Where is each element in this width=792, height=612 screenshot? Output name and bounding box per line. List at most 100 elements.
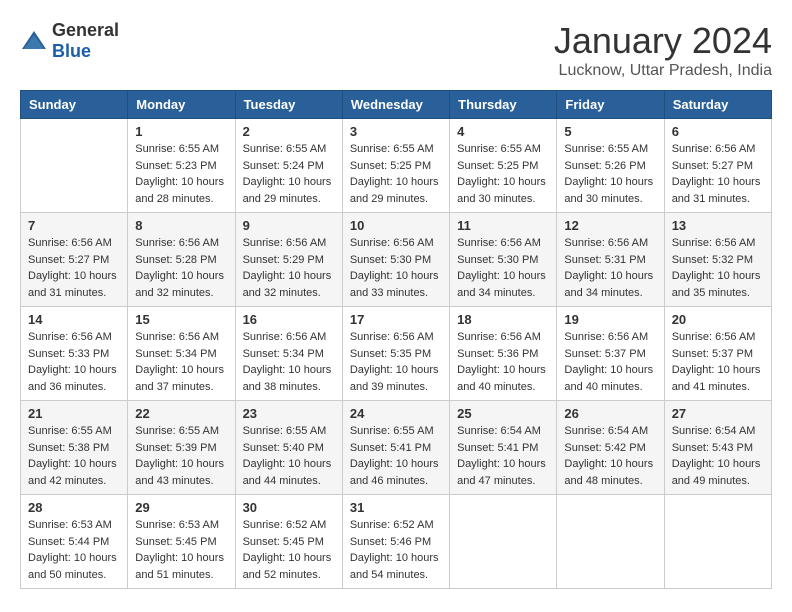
day-info: Sunrise: 6:55 AM Sunset: 5:41 PM Dayligh…	[350, 423, 442, 489]
logo-icon	[20, 27, 48, 55]
day-info: Sunrise: 6:55 AM Sunset: 5:38 PM Dayligh…	[28, 423, 120, 489]
calendar-cell	[21, 119, 128, 213]
calendar-week-row: 21 Sunrise: 6:55 AM Sunset: 5:38 PM Dayli…	[21, 401, 772, 495]
day-number: 7	[28, 218, 120, 233]
calendar-cell: 29 Sunrise: 6:53 AM Sunset: 5:45 PM Dayli…	[128, 495, 235, 589]
day-info: Sunrise: 6:55 AM Sunset: 5:25 PM Dayligh…	[457, 141, 549, 207]
day-number: 20	[672, 312, 764, 327]
day-number: 4	[457, 124, 549, 139]
calendar-cell: 15 Sunrise: 6:56 AM Sunset: 5:34 PM Dayli…	[128, 307, 235, 401]
day-info: Sunrise: 6:56 AM Sunset: 5:33 PM Dayligh…	[28, 329, 120, 395]
day-number: 18	[457, 312, 549, 327]
day-number: 24	[350, 406, 442, 421]
day-number: 9	[243, 218, 335, 233]
day-info: Sunrise: 6:54 AM Sunset: 5:42 PM Dayligh…	[564, 423, 656, 489]
calendar-cell	[664, 495, 771, 589]
day-number: 22	[135, 406, 227, 421]
day-number: 11	[457, 218, 549, 233]
calendar-cell: 23Sunrise: 6:55 AM Sunset: 5:40 PM Dayli…	[235, 401, 342, 495]
calendar-cell: 22Sunrise: 6:55 AM Sunset: 5:39 PM Dayli…	[128, 401, 235, 495]
calendar-cell: 21 Sunrise: 6:55 AM Sunset: 5:38 PM Dayli…	[21, 401, 128, 495]
logo: General Blue	[20, 20, 119, 62]
day-number: 5	[564, 124, 656, 139]
logo-general: General	[52, 20, 119, 40]
calendar-cell: 18 Sunrise: 6:56 AM Sunset: 5:36 PM Dayli…	[450, 307, 557, 401]
calendar-cell: 19Sunrise: 6:56 AM Sunset: 5:37 PM Dayli…	[557, 307, 664, 401]
calendar-week-row: 7 Sunrise: 6:56 AM Sunset: 5:27 PM Daylig…	[21, 213, 772, 307]
calendar-cell: 6 Sunrise: 6:56 AM Sunset: 5:27 PM Daylig…	[664, 119, 771, 213]
calendar-cell: 1Sunrise: 6:55 AM Sunset: 5:23 PM Daylig…	[128, 119, 235, 213]
day-number: 6	[672, 124, 764, 139]
day-number: 28	[28, 500, 120, 515]
calendar-cell: 30Sunrise: 6:52 AM Sunset: 5:45 PM Dayli…	[235, 495, 342, 589]
day-number: 29	[135, 500, 227, 515]
day-number: 15	[135, 312, 227, 327]
day-info: Sunrise: 6:56 AM Sunset: 5:27 PM Dayligh…	[672, 141, 764, 207]
day-info: Sunrise: 6:55 AM Sunset: 5:25 PM Dayligh…	[350, 141, 442, 207]
column-header-tuesday: Tuesday	[235, 91, 342, 119]
day-number: 8	[135, 218, 227, 233]
day-number: 31	[350, 500, 442, 515]
calendar-cell: 28Sunrise: 6:53 AM Sunset: 5:44 PM Dayli…	[21, 495, 128, 589]
day-number: 1	[135, 124, 227, 139]
calendar-cell: 12Sunrise: 6:56 AM Sunset: 5:31 PM Dayli…	[557, 213, 664, 307]
day-info: Sunrise: 6:54 AM Sunset: 5:41 PM Dayligh…	[457, 423, 549, 489]
day-info: Sunrise: 6:56 AM Sunset: 5:32 PM Dayligh…	[672, 235, 764, 301]
calendar-cell	[557, 495, 664, 589]
calendar-cell: 24 Sunrise: 6:55 AM Sunset: 5:41 PM Dayli…	[342, 401, 449, 495]
calendar-cell: 4 Sunrise: 6:55 AM Sunset: 5:25 PM Daylig…	[450, 119, 557, 213]
column-header-sunday: Sunday	[21, 91, 128, 119]
calendar-cell: 2 Sunrise: 6:55 AM Sunset: 5:24 PM Daylig…	[235, 119, 342, 213]
day-info: Sunrise: 6:56 AM Sunset: 5:27 PM Dayligh…	[28, 235, 120, 301]
day-info: Sunrise: 6:54 AM Sunset: 5:43 PM Dayligh…	[672, 423, 764, 489]
calendar-cell: 31 Sunrise: 6:52 AM Sunset: 5:46 PM Dayli…	[342, 495, 449, 589]
calendar-cell: 27Sunrise: 6:54 AM Sunset: 5:43 PM Dayli…	[664, 401, 771, 495]
calendar-cell: 14 Sunrise: 6:56 AM Sunset: 5:33 PM Dayli…	[21, 307, 128, 401]
calendar-week-row: 28Sunrise: 6:53 AM Sunset: 5:44 PM Dayli…	[21, 495, 772, 589]
day-info: Sunrise: 6:55 AM Sunset: 5:24 PM Dayligh…	[243, 141, 335, 207]
day-number: 12	[564, 218, 656, 233]
day-number: 30	[243, 500, 335, 515]
calendar-cell: 5 Sunrise: 6:55 AM Sunset: 5:26 PM Daylig…	[557, 119, 664, 213]
day-number: 10	[350, 218, 442, 233]
calendar-cell: 17 Sunrise: 6:56 AM Sunset: 5:35 PM Dayli…	[342, 307, 449, 401]
day-info: Sunrise: 6:56 AM Sunset: 5:30 PM Dayligh…	[457, 235, 549, 301]
page-header: General Blue January 2024 Lucknow, Uttar…	[20, 20, 772, 80]
day-info: Sunrise: 6:56 AM Sunset: 5:30 PM Dayligh…	[350, 235, 442, 301]
column-header-thursday: Thursday	[450, 91, 557, 119]
calendar-cell: 10 Sunrise: 6:56 AM Sunset: 5:30 PM Dayli…	[342, 213, 449, 307]
day-number: 21	[28, 406, 120, 421]
calendar-cell: 9 Sunrise: 6:56 AM Sunset: 5:29 PM Daylig…	[235, 213, 342, 307]
calendar-cell: 26Sunrise: 6:54 AM Sunset: 5:42 PM Dayli…	[557, 401, 664, 495]
calendar-cell: 25Sunrise: 6:54 AM Sunset: 5:41 PM Dayli…	[450, 401, 557, 495]
day-number: 16	[243, 312, 335, 327]
calendar-cell: 11 Sunrise: 6:56 AM Sunset: 5:30 PM Dayli…	[450, 213, 557, 307]
day-info: Sunrise: 6:56 AM Sunset: 5:29 PM Dayligh…	[243, 235, 335, 301]
calendar-cell	[450, 495, 557, 589]
day-number: 23	[243, 406, 335, 421]
column-header-saturday: Saturday	[664, 91, 771, 119]
day-number: 3	[350, 124, 442, 139]
calendar-cell: 20 Sunrise: 6:56 AM Sunset: 5:37 PM Dayli…	[664, 307, 771, 401]
column-header-wednesday: Wednesday	[342, 91, 449, 119]
day-info: Sunrise: 6:56 AM Sunset: 5:35 PM Dayligh…	[350, 329, 442, 395]
calendar-cell: 13Sunrise: 6:56 AM Sunset: 5:32 PM Dayli…	[664, 213, 771, 307]
day-info: Sunrise: 6:56 AM Sunset: 5:28 PM Dayligh…	[135, 235, 227, 301]
day-number: 2	[243, 124, 335, 139]
day-number: 14	[28, 312, 120, 327]
column-header-friday: Friday	[557, 91, 664, 119]
day-number: 17	[350, 312, 442, 327]
logo-blue: Blue	[52, 41, 91, 61]
calendar-week-row: 1Sunrise: 6:55 AM Sunset: 5:23 PM Daylig…	[21, 119, 772, 213]
day-number: 19	[564, 312, 656, 327]
day-info: Sunrise: 6:53 AM Sunset: 5:45 PM Dayligh…	[135, 517, 227, 583]
day-info: Sunrise: 6:56 AM Sunset: 5:36 PM Dayligh…	[457, 329, 549, 395]
title-block: January 2024 Lucknow, Uttar Pradesh, Ind…	[554, 20, 772, 80]
day-info: Sunrise: 6:56 AM Sunset: 5:37 PM Dayligh…	[672, 329, 764, 395]
calendar-week-row: 14 Sunrise: 6:56 AM Sunset: 5:33 PM Dayli…	[21, 307, 772, 401]
day-info: Sunrise: 6:52 AM Sunset: 5:46 PM Dayligh…	[350, 517, 442, 583]
day-info: Sunrise: 6:56 AM Sunset: 5:34 PM Dayligh…	[135, 329, 227, 395]
day-info: Sunrise: 6:56 AM Sunset: 5:34 PM Dayligh…	[243, 329, 335, 395]
calendar-cell: 8 Sunrise: 6:56 AM Sunset: 5:28 PM Daylig…	[128, 213, 235, 307]
day-info: Sunrise: 6:55 AM Sunset: 5:26 PM Dayligh…	[564, 141, 656, 207]
